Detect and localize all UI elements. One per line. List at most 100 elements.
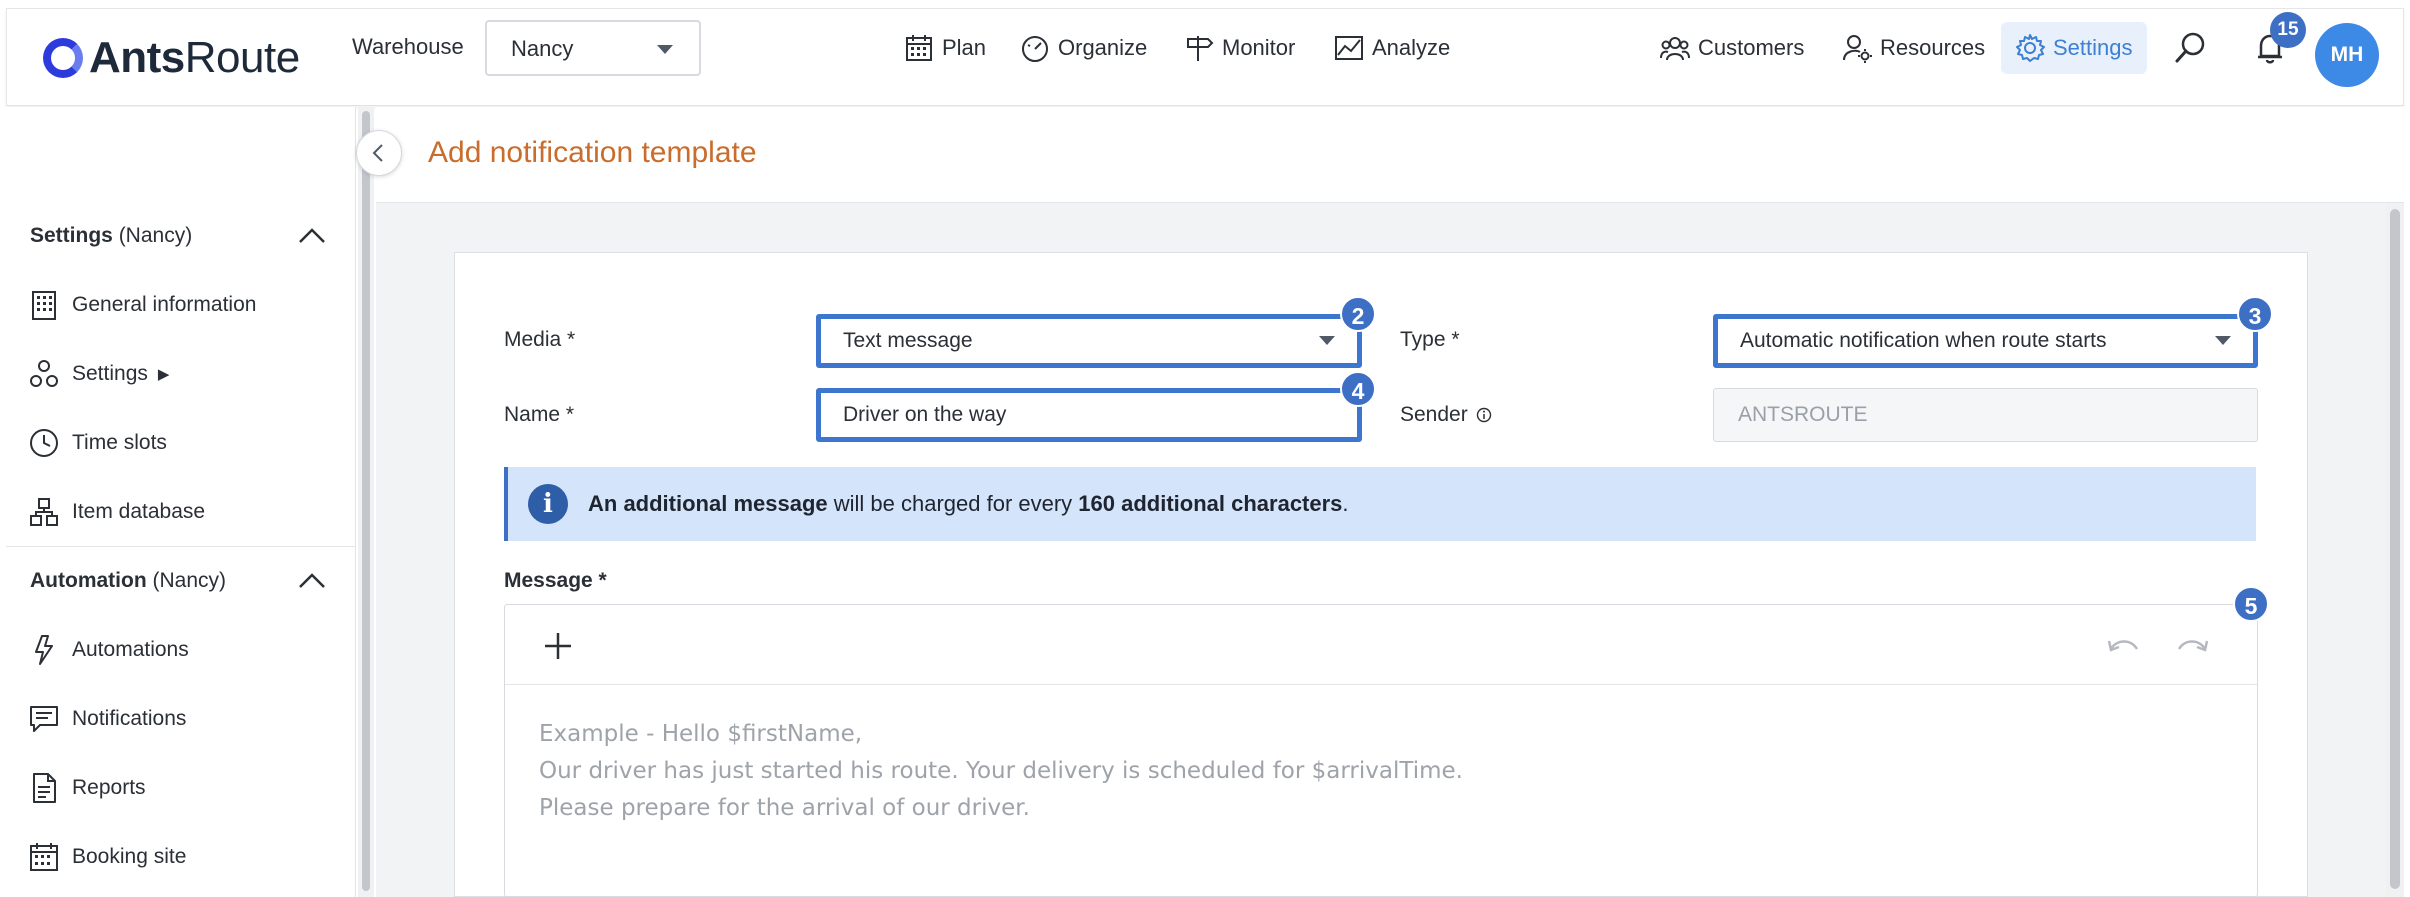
cogs-icon	[30, 360, 58, 387]
sidebar-item-settings[interactable]: Settings ▶	[28, 354, 169, 394]
type-label: Type *	[1400, 328, 1460, 351]
nav-analyze[interactable]: Analyze	[1334, 30, 1450, 66]
antsroute-logo[interactable]: AntsRoute	[43, 33, 300, 83]
sender-input: ANTSROUTE	[1713, 388, 2258, 442]
submenu-arrow-icon: ▶	[157, 366, 170, 383]
nav-monitor-label: Monitor	[1222, 35, 1296, 60]
message-icon	[30, 706, 58, 732]
step-badge: 2	[1340, 296, 1376, 332]
clock-icon	[30, 429, 58, 457]
message-label: Message *	[504, 569, 607, 592]
nav-analyze-label: Analyze	[1372, 35, 1451, 60]
message-editor[interactable]: Example - Hello $firstName, Our driver h…	[504, 604, 2258, 897]
name-label: Name *	[504, 403, 575, 426]
sidebar-item-automations[interactable]: Automations	[28, 630, 189, 670]
chevron-up-icon[interactable]	[298, 571, 326, 589]
nav-settings-label: Settings	[2053, 35, 2133, 60]
message-placeholder-line: Example - Hello $firstName,	[539, 721, 863, 747]
sidebar-section-settings[interactable]: Settings (Nancy)	[30, 224, 192, 248]
sidebar-item-notifications[interactable]: Notifications	[28, 699, 186, 739]
sidebar-item-label: General information	[72, 293, 257, 316]
nav-customers[interactable]: Customers	[1660, 30, 1804, 66]
sidebar-item-reports[interactable]: Reports	[28, 768, 146, 808]
collapse-sidebar-button[interactable]	[356, 130, 402, 176]
sidebar-item-booking-site[interactable]: Booking site	[28, 837, 186, 877]
chevron-down-icon	[657, 45, 673, 54]
nav-plan-label: Plan	[942, 35, 987, 60]
message-placeholder-line: Please prepare for the arrival of our dr…	[539, 795, 1030, 821]
logo-mark-icon	[43, 38, 83, 78]
info-banner: i An additional message will be charged …	[504, 467, 2256, 541]
sidebar-item-label: Automations	[72, 638, 189, 661]
warehouse-select[interactable]: Nancy	[485, 20, 701, 76]
step-badge: 4	[1340, 371, 1376, 407]
gauge-icon	[1022, 36, 1048, 62]
name-input-value: Driver on the way	[843, 403, 1007, 426]
logo-text: AntsRoute	[89, 33, 300, 82]
main-scrollbar[interactable]	[2386, 203, 2404, 897]
nav-monitor[interactable]: Monitor	[1184, 30, 1295, 66]
chevron-up-icon[interactable]	[298, 226, 326, 244]
building-icon	[32, 291, 56, 320]
nav-customers-label: Customers	[1698, 35, 1805, 60]
sender-label: Sender	[1400, 403, 1492, 427]
search-button[interactable]	[2173, 30, 2209, 66]
calendar-icon	[906, 35, 932, 61]
bolt-icon	[35, 635, 53, 665]
sidebar-item-label: Booking site	[72, 845, 187, 868]
media-select[interactable]: Text message	[816, 314, 1362, 368]
sidebar-item-label: Settings	[72, 362, 148, 385]
nav-resources-label: Resources	[1880, 35, 1986, 60]
nav-organize-label: Organize	[1058, 35, 1148, 60]
undo-icon[interactable]	[2107, 633, 2141, 659]
type-select[interactable]: Automatic notification when route starts	[1713, 314, 2258, 368]
step-badge: 3	[2237, 296, 2273, 332]
step-badge: 5	[2233, 586, 2269, 622]
warehouse-select-value: Nancy	[511, 36, 574, 61]
calendar-icon	[30, 843, 58, 871]
sidebar-item-item-database[interactable]: Item database	[28, 492, 205, 532]
sidebar-scrollbar[interactable]	[358, 107, 374, 897]
sidebar-scrollbar-thumb[interactable]	[362, 111, 370, 891]
message-placeholder-line: Our driver has just started his route. Y…	[539, 758, 1463, 784]
chevron-down-icon	[1319, 336, 1335, 345]
notification-count-badge: 15	[2270, 12, 2306, 48]
chevron-down-icon	[2215, 336, 2231, 345]
info-icon: i	[528, 484, 568, 524]
type-select-value: Automatic notification when route starts	[1740, 329, 2107, 352]
name-input[interactable]: Driver on the way	[816, 388, 1362, 442]
document-icon	[33, 773, 56, 803]
sidebar-section-automation[interactable]: Automation (Nancy)	[30, 569, 226, 593]
sidebar-item-label: Notifications	[72, 707, 187, 730]
info-banner-text: An additional message will be charged fo…	[588, 491, 1349, 516]
sidebar-item-general-information[interactable]: General information	[28, 285, 256, 325]
nav-resources[interactable]: Resources	[1842, 30, 1985, 66]
nav-settings[interactable]: Settings	[2001, 22, 2147, 74]
sidebar-item-label: Item database	[72, 500, 206, 523]
sidebar-divider	[6, 546, 356, 547]
redo-icon[interactable]	[2175, 633, 2209, 659]
signpost-icon	[1187, 36, 1214, 61]
info-circle-icon[interactable]	[1476, 407, 1492, 423]
avatar[interactable]: MH	[2315, 23, 2379, 87]
plus-icon[interactable]	[543, 631, 573, 661]
media-label: Media *	[504, 328, 576, 351]
resources-icon	[1843, 35, 1872, 63]
sidebar-item-label: Time slots	[72, 431, 167, 454]
main-scrollbar-thumb[interactable]	[2390, 209, 2400, 889]
boxes-icon	[30, 498, 58, 526]
sidebar-item-label: Reports	[72, 776, 146, 799]
chevron-left-icon	[372, 144, 383, 162]
warehouse-label: Warehouse	[352, 34, 464, 59]
search-icon	[2175, 32, 2205, 63]
chart-icon	[1335, 36, 1363, 60]
nav-organize[interactable]: Organize	[1020, 30, 1147, 66]
customers-icon	[1660, 37, 1690, 61]
nav-plan[interactable]: Plan	[904, 30, 986, 66]
gear-icon	[2016, 34, 2045, 62]
sender-input-value: ANTSROUTE	[1738, 403, 1868, 426]
sidebar-item-time-slots[interactable]: Time slots	[28, 423, 167, 463]
editor-toolbar	[505, 605, 2257, 685]
page-title: Add notification template	[428, 136, 757, 169]
media-select-value: Text message	[843, 329, 973, 352]
